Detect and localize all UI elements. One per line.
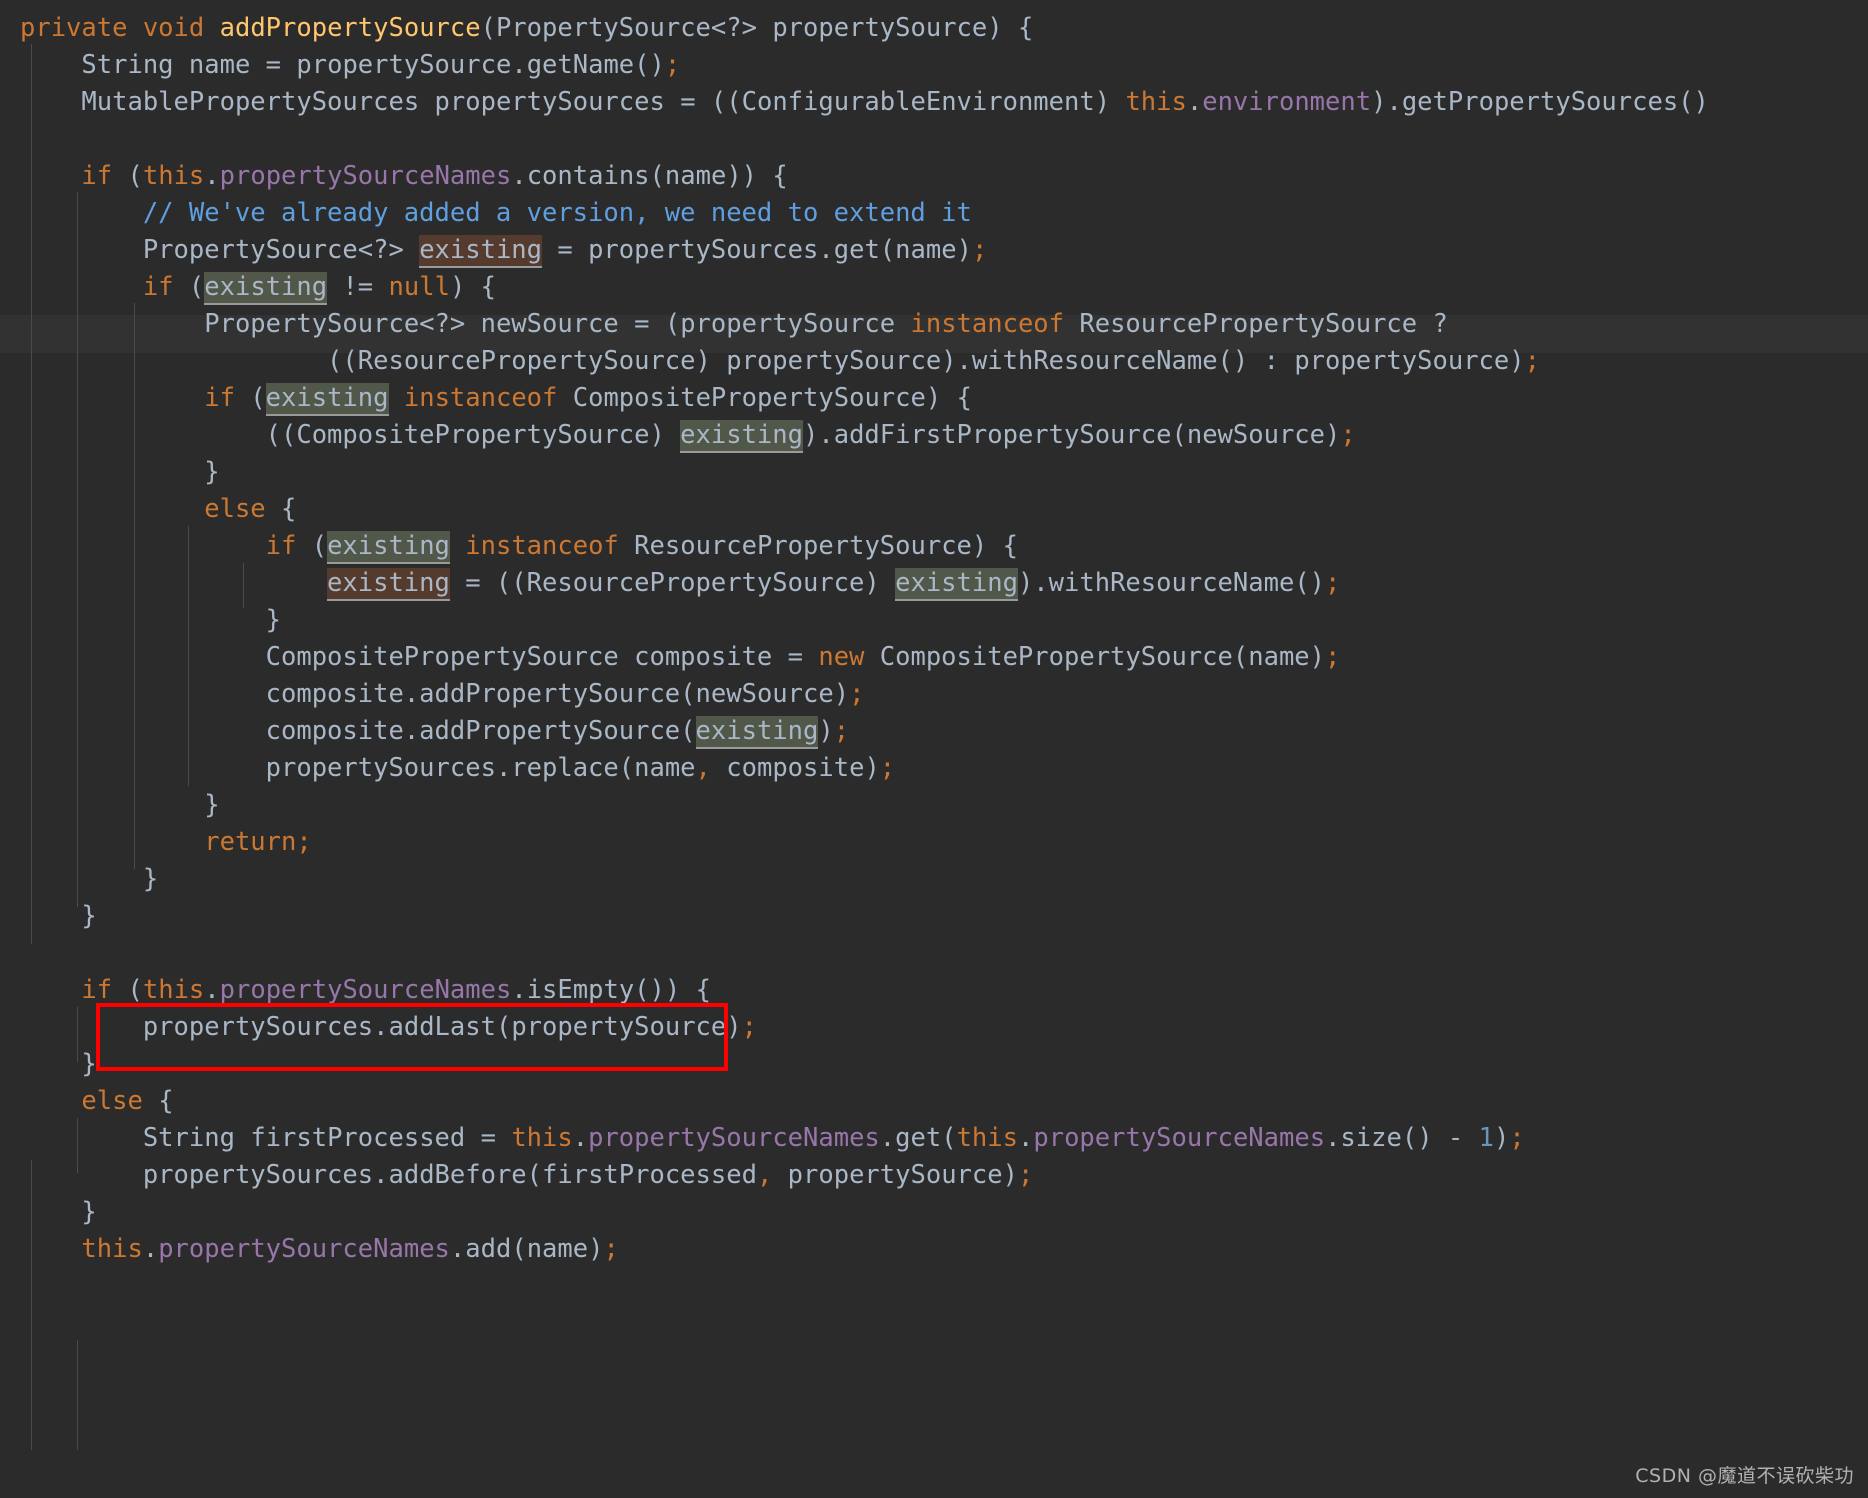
occurrence-highlight: existing <box>895 568 1018 601</box>
code-line: } <box>20 864 159 894</box>
code-line: else { <box>81 1086 174 1116</box>
code-line: ((ResourcePropertySource) propertySource… <box>20 346 1540 376</box>
code-line: this.propertySourceNames.add(name); <box>81 1234 619 1264</box>
code-line: PropertySource<?> existing = propertySou… <box>0 232 1868 269</box>
code-line: CompositePropertySource composite = new … <box>265 642 1341 672</box>
code-line: existing = ((ResourcePropertySource) exi… <box>0 565 1868 602</box>
code-line: ((CompositePropertySource) existing).add… <box>0 417 1868 454</box>
code-line: private void addPropertySource(PropertyS… <box>20 13 1034 43</box>
occurrence-highlight: existing <box>265 383 389 416</box>
code-line: return; <box>204 827 312 857</box>
code-line: if (existing instanceof CompositePropert… <box>0 380 1868 417</box>
code-line: // We've already added a version, we nee… <box>20 198 972 228</box>
code-line: } <box>20 790 220 820</box>
code-line: composite.addPropertySource(existing); <box>0 713 1868 750</box>
code-line: propertySources.addBefore(firstProcessed… <box>142 1160 1034 1190</box>
code-line: } <box>20 901 97 931</box>
code-line: String name = propertySource.getName(); <box>81 50 681 80</box>
code-line: } <box>20 1197 97 1227</box>
code-line: propertySources.replace(name, composite)… <box>265 753 896 783</box>
code-line: if (existing != null) { <box>0 269 1868 306</box>
code-line: if (this.propertySourceNames.isEmpty()) … <box>81 975 711 1005</box>
code-line: if (this.propertySourceNames.contains(na… <box>81 161 788 191</box>
occurrence-highlight: existing <box>327 568 450 601</box>
watermark-text: CSDN @魔道不误砍柴功 <box>1635 1465 1854 1487</box>
code-line: composite.addPropertySource(newSource); <box>265 679 865 709</box>
code-line: } <box>20 1049 97 1079</box>
code-editor-screenshot: private void addPropertySource(PropertyS… <box>0 0 1868 1498</box>
occurrence-highlight: existing <box>204 272 328 305</box>
code-line: else { <box>204 494 297 524</box>
code-line: propertySources.addLast(propertySource); <box>142 1012 757 1042</box>
occurrence-highlight: existing <box>695 716 819 749</box>
code-line: if (existing instanceof ResourceProperty… <box>0 528 1868 565</box>
occurrence-highlight: existing <box>680 420 803 453</box>
indent-guide <box>77 1340 78 1450</box>
occurrence-highlight: existing <box>327 531 450 564</box>
code-line: String firstProcessed = this.propertySou… <box>142 1123 1525 1153</box>
code-line: MutablePropertySources propertySources =… <box>81 87 1709 117</box>
code-content[interactable]: private void addPropertySource(PropertyS… <box>0 0 1868 1268</box>
occurrence-highlight: existing <box>419 235 543 268</box>
code-line: PropertySource<?> newSource = (propertyS… <box>204 309 1448 339</box>
code-line: } <box>20 605 281 635</box>
code-line: } <box>20 457 220 487</box>
